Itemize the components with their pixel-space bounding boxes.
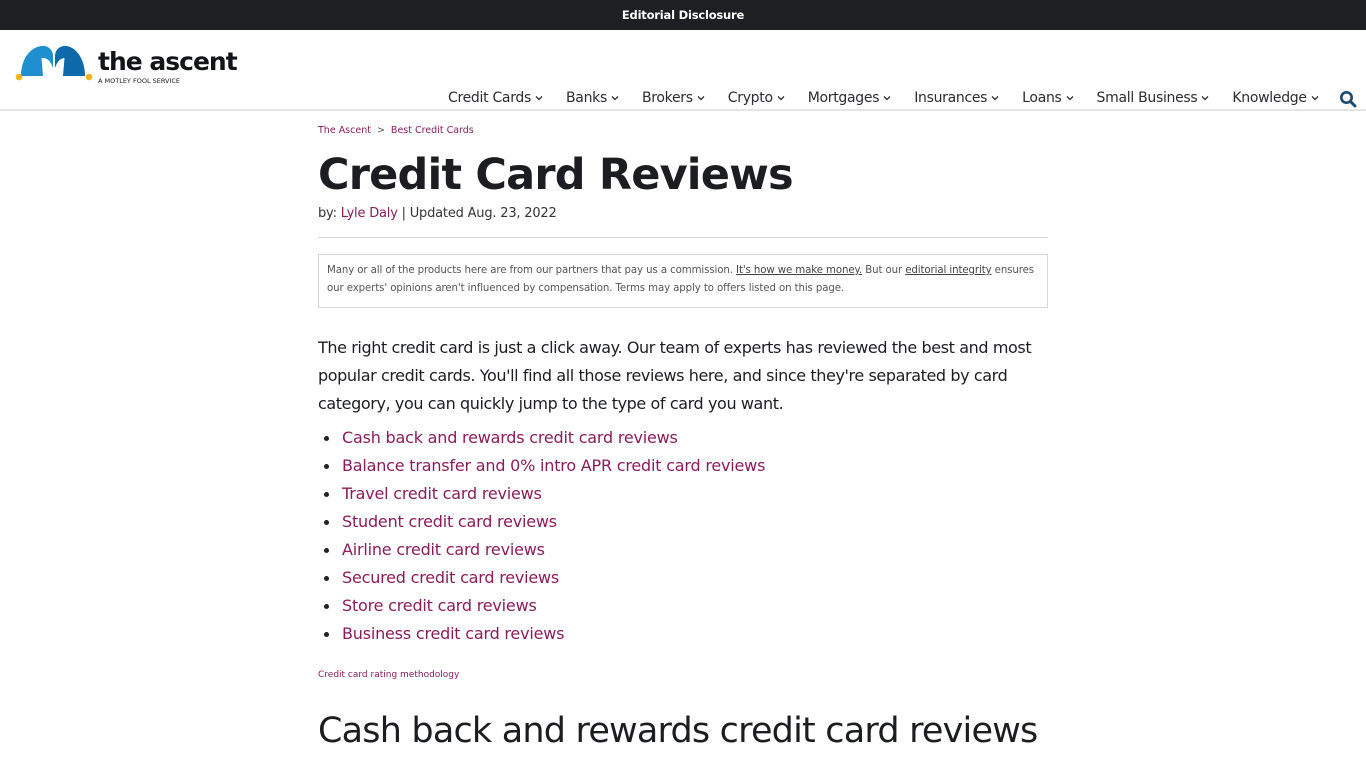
category-list: Cash back and rewards credit card review… <box>318 424 1048 648</box>
disclosure-text: But our <box>862 265 906 276</box>
list-item: Cash back and rewards credit card review… <box>318 424 1048 452</box>
nav-label: Brokers <box>641 90 693 106</box>
author-link[interactable]: Lyle Daly <box>341 206 398 221</box>
jester-hat-icon <box>15 45 93 81</box>
rating-methodology-link[interactable]: Credit card rating methodology <box>318 670 459 680</box>
logo[interactable]: the ascent A MOTLEY FOOL SERVICE <box>15 42 238 85</box>
list-item: Balance transfer and 0% intro APR credit… <box>318 452 1048 480</box>
nav-label: Small Business <box>1096 90 1198 106</box>
nav-item-loans[interactable]: Loans <box>1022 90 1074 106</box>
chevron-down-icon <box>991 96 999 101</box>
chevron-down-icon <box>1066 96 1074 101</box>
how-we-make-money-link[interactable]: It's how we make money. <box>736 265 862 276</box>
main-nav: Credit Cards Banks Brokers Crypto Mortga… <box>448 90 1319 106</box>
nav-label: Insurances <box>914 90 988 106</box>
nav-label: Banks <box>566 90 607 106</box>
nav-label: Credit Cards <box>448 90 531 106</box>
toc-link-store[interactable]: Store credit card reviews <box>342 596 537 615</box>
nav-item-mortgages[interactable]: Mortgages <box>808 90 891 106</box>
toc-link-business[interactable]: Business credit card reviews <box>342 624 564 643</box>
list-item: Store credit card reviews <box>318 592 1048 620</box>
breadcrumb-separator: > <box>376 125 385 136</box>
list-item: Student credit card reviews <box>318 508 1048 536</box>
editorial-disclosure-bar[interactable]: Editorial Disclosure <box>0 0 1366 30</box>
toc-link-secured[interactable]: Secured credit card reviews <box>342 568 559 587</box>
nav-item-brokers[interactable]: Brokers <box>642 90 705 106</box>
chevron-down-icon <box>1311 96 1319 101</box>
list-item: Travel credit card reviews <box>318 480 1048 508</box>
chevron-down-icon <box>883 96 891 101</box>
disclosure-text: Many or all of the products here are fro… <box>327 265 737 276</box>
brand-tagline: A MOTLEY FOOL SERVICE <box>98 77 181 85</box>
section-heading: Cash back and rewards credit card review… <box>318 711 1038 751</box>
editorial-disclosure-link[interactable]: Editorial Disclosure <box>622 8 744 22</box>
breadcrumb: The Ascent > Best Credit Cards <box>318 125 1048 136</box>
byline: by: Lyle Daly | Updated Aug. 23, 2022 <box>318 206 1048 221</box>
chevron-down-icon <box>611 96 619 101</box>
search-icon[interactable] <box>1339 90 1357 108</box>
site-header: the ascent A MOTLEY FOOL SERVICE Credit … <box>0 30 1366 111</box>
divider <box>318 237 1048 238</box>
toc-link-airline[interactable]: Airline credit card reviews <box>342 540 545 559</box>
nav-label: Crypto <box>727 90 773 106</box>
nav-item-banks[interactable]: Banks <box>566 90 619 106</box>
nav-item-small-business[interactable]: Small Business <box>1097 90 1210 106</box>
brand-name: the ascent <box>98 47 238 76</box>
nav-item-knowledge[interactable]: Knowledge <box>1232 90 1319 106</box>
nav-label: Mortgages <box>807 90 880 106</box>
list-item: Secured credit card reviews <box>318 564 1048 592</box>
breadcrumb-item-the-ascent[interactable]: The Ascent <box>318 125 371 136</box>
chevron-down-icon <box>1201 96 1209 101</box>
nav-item-credit-cards[interactable]: Credit Cards <box>448 90 543 106</box>
list-item: Airline credit card reviews <box>318 536 1048 564</box>
toc-link-student[interactable]: Student credit card reviews <box>342 512 557 531</box>
chevron-down-icon <box>697 96 705 101</box>
chevron-down-icon <box>535 96 543 101</box>
nav-item-crypto[interactable]: Crypto <box>728 90 785 106</box>
nav-label: Knowledge <box>1232 90 1307 106</box>
breadcrumb-item-best-credit-cards[interactable]: Best Credit Cards <box>391 125 474 136</box>
page-title: Credit Card Reviews <box>318 150 794 200</box>
toc-link-cash-back[interactable]: Cash back and rewards credit card review… <box>342 428 678 447</box>
article: The Ascent > Best Credit Cards Credit Ca… <box>318 111 1048 751</box>
toc-link-balance-transfer[interactable]: Balance transfer and 0% intro APR credit… <box>342 456 765 475</box>
list-item: Business credit card reviews <box>318 620 1048 648</box>
updated-date: | Updated Aug. 23, 2022 <box>397 206 557 221</box>
chevron-down-icon <box>777 96 785 101</box>
nav-item-insurances[interactable]: Insurances <box>914 90 999 106</box>
byline-prefix: by: <box>318 206 341 221</box>
advertiser-disclosure: Many or all of the products here are fro… <box>318 254 1048 308</box>
editorial-integrity-link[interactable]: editorial integrity <box>905 265 991 276</box>
intro-paragraph: The right credit card is just a click aw… <box>318 338 1032 413</box>
toc-link-travel[interactable]: Travel credit card reviews <box>342 484 542 503</box>
nav-label: Loans <box>1022 90 1062 106</box>
